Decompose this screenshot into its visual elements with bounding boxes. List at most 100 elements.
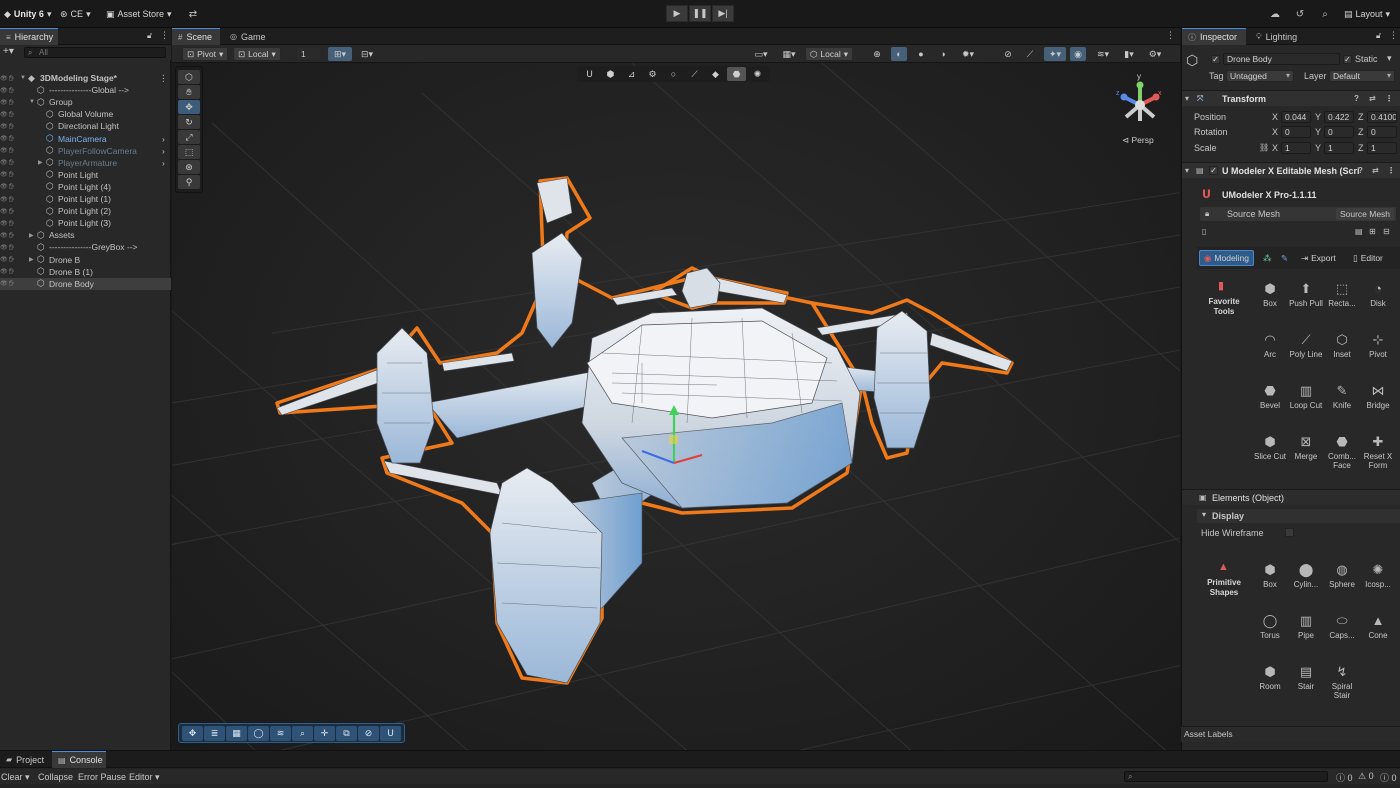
- tab-uv[interactable]: ⁂: [1259, 250, 1276, 266]
- primitive-shape-button[interactable]: ⬢ Room: [1253, 664, 1287, 691]
- visibility-icon[interactable]: 👁︎✋︎: [0, 280, 20, 287]
- scale-y-input[interactable]: 1: [1324, 142, 1354, 154]
- rotation-z-input[interactable]: 0: [1367, 126, 1397, 138]
- scale-x-input[interactable]: 1: [1281, 142, 1311, 154]
- hierarchy-item[interactable]: 👁︎✋︎ ▼ ◆ 3DModeling Stage* ⋮: [0, 72, 171, 84]
- tab-paint[interactable]: ✎: [1277, 250, 1292, 266]
- hierarchy-item[interactable]: 👁︎✋︎ ⬡ Global Volume: [0, 108, 171, 120]
- pivot-mode-button[interactable]: ⊿: [622, 67, 641, 81]
- audio-toggle[interactable]: ⊘: [1000, 47, 1016, 61]
- layers-button[interactable]: ≋▾: [1092, 47, 1114, 61]
- view-options-button[interactable]: ▦▾: [778, 47, 800, 61]
- visibility-icon[interactable]: 👁︎✋︎: [0, 232, 20, 239]
- favorite-tool-button[interactable]: ⬆ Push Pull: [1289, 281, 1323, 308]
- hierarchy-item[interactable]: 👁︎✋︎ ⬡ Point Light (4): [0, 181, 171, 193]
- collapse-icon[interactable]: ⊟: [1383, 227, 1390, 236]
- primitive-shape-button[interactable]: ▤ Stair: [1289, 664, 1323, 691]
- favorite-tool-button[interactable]: ✎ Knife: [1325, 383, 1359, 410]
- favorite-tool-button[interactable]: ✚ Reset X Form: [1361, 434, 1395, 470]
- um-snap-button[interactable]: ⊘: [358, 726, 379, 741]
- active-checkbox[interactable]: ✓: [1211, 55, 1220, 64]
- expand-arrow-icon[interactable]: ▼: [20, 75, 26, 81]
- favorite-tool-button[interactable]: ⋈ Bridge: [1361, 383, 1395, 410]
- rotation-y-input[interactable]: 0: [1324, 126, 1354, 138]
- um-align-button[interactable]: ≣: [204, 726, 225, 741]
- kebab-menu-icon[interactable]: ⋮: [159, 73, 168, 84]
- hierarchy-item[interactable]: 👁︎✋︎ ▼ ⬡ Group: [0, 96, 171, 108]
- static-checkbox[interactable]: ✓: [1343, 55, 1352, 64]
- orientation-gizmo[interactable]: y z x: [1112, 69, 1168, 135]
- visibility-icon[interactable]: 👁︎✋︎: [0, 111, 20, 118]
- hierarchy-item[interactable]: 👁︎✋︎ ⬡ Point Light: [0, 169, 171, 181]
- chevron-down-icon[interactable]: ▾: [1387, 53, 1392, 64]
- component-enabled-checkbox[interactable]: ✓: [1209, 166, 1218, 175]
- hierarchy-search-input[interactable]: ⌕ All: [24, 47, 166, 58]
- account-menu[interactable]: ◆ Unity 6 ▾: [4, 7, 51, 21]
- favorite-tool-button[interactable]: ⬢ Slice Cut: [1253, 434, 1287, 461]
- object-name-input[interactable]: Drone Body: [1223, 53, 1340, 65]
- add-icon[interactable]: +▾: [3, 46, 14, 57]
- hierarchy-item[interactable]: 👁︎✋︎ ⬡ PlayerFollowCamera ›: [0, 145, 171, 157]
- primitive-shape-button[interactable]: ⬤ Cylin...: [1289, 562, 1323, 589]
- edge-mode-button[interactable]: ⟋: [685, 67, 704, 81]
- um-transform-button[interactable]: ✛: [314, 726, 335, 741]
- pause-button[interactable]: ❚❚: [689, 5, 711, 22]
- error-pause-toggle[interactable]: Error Pause: [78, 772, 126, 782]
- drone-mesh[interactable]: [172, 63, 1180, 750]
- hierarchy-item[interactable]: 👁︎✋︎ ⬡ Point Light (2): [0, 205, 171, 217]
- visibility-icon[interactable]: 👁︎✋︎: [0, 135, 20, 142]
- kebab-menu-icon[interactable]: ⋮: [1166, 30, 1175, 41]
- grid-size-field[interactable]: 1: [296, 47, 322, 61]
- favorite-tool-button[interactable]: ⬣ Bevel: [1253, 383, 1287, 410]
- preset-icon[interactable]: ⇄: [1372, 166, 1379, 175]
- asset-store-menu[interactable]: ▣ Asset Store ▾: [106, 7, 172, 21]
- um-layers-button[interactable]: ≋: [270, 726, 291, 741]
- move-tool-button[interactable]: ✥: [178, 100, 200, 114]
- lighting-toggle[interactable]: ◑: [935, 47, 951, 61]
- tag-dropdown[interactable]: Untagged: [1226, 70, 1294, 82]
- visibility-icon[interactable]: 👁︎✋︎: [0, 244, 20, 251]
- primitive-shape-button[interactable]: ✺ Icosp...: [1361, 562, 1395, 589]
- favorite-tool-button[interactable]: ⊹ Pivot: [1361, 332, 1395, 359]
- hide-wireframe-checkbox[interactable]: [1285, 528, 1294, 537]
- tab-hierarchy[interactable]: ≡ Hierarchy: [0, 28, 58, 45]
- um-search-button[interactable]: ⌕: [292, 726, 313, 741]
- fx-toggle[interactable]: ⟋: [1022, 47, 1038, 61]
- tab-game[interactable]: ◎ Game: [224, 28, 272, 45]
- primitive-shape-button[interactable]: ⬭ Caps...: [1325, 613, 1359, 640]
- favorite-tool-button[interactable]: ⟋ Poly Line: [1289, 332, 1323, 359]
- favorite-tool-button[interactable]: ◔ Disk: [1361, 281, 1395, 308]
- preset-icon[interactable]: ⇄: [1369, 94, 1376, 103]
- hierarchy-item[interactable]: 👁︎✋︎ ⬡ Drone B (1): [0, 266, 171, 278]
- prefab-open-icon[interactable]: ›: [162, 134, 165, 144]
- visibility-icon[interactable]: 👁︎✋︎: [0, 196, 20, 203]
- scale-tool-button[interactable]: ⤢: [178, 130, 200, 144]
- tab-modeling[interactable]: ◉ Modeling: [1199, 250, 1254, 266]
- increment-snap-button[interactable]: ⊟▾: [355, 47, 379, 61]
- editor-dropdown[interactable]: Editor ▾: [129, 772, 160, 783]
- visibility-icon[interactable]: 👁︎✋︎: [0, 268, 20, 275]
- prefab-open-icon[interactable]: ›: [162, 158, 165, 168]
- expand-arrow-icon[interactable]: ▶: [29, 256, 34, 263]
- visibility-icon[interactable]: 👁︎✋︎: [0, 208, 20, 215]
- scene-viewport[interactable]: ⬡ ✋︎ ✥ ↻ ⤢ ⬚ ⊛ ⚲ ᑌ ⬢ ⊿ ⚙ ○ ⟋ ◆ ⬣ ✺ ✥ ≣ ▦…: [172, 63, 1180, 750]
- local2-dropdown[interactable]: ⬡ Local ▾: [805, 47, 854, 61]
- version-control-icon[interactable]: ⇄: [186, 7, 200, 21]
- clear-dropdown[interactable]: Clear ▾: [1, 772, 30, 783]
- solid-toggle[interactable]: ●: [913, 47, 929, 61]
- favorite-tool-button[interactable]: ⬚ Recta...: [1325, 281, 1359, 308]
- visibility-icon[interactable]: 👁︎✋︎: [0, 147, 20, 154]
- warning-count[interactable]: ⚠ 0: [1358, 771, 1374, 782]
- console-search-input[interactable]: ⌕: [1124, 771, 1328, 782]
- hierarchy-item[interactable]: 👁︎✋︎ ⬡ Point Light (3): [0, 217, 171, 229]
- help-icon[interactable]: ?: [1354, 94, 1359, 103]
- kebab-menu-icon[interactable]: ⋮: [1389, 30, 1398, 41]
- um-copy-button[interactable]: ⧉: [336, 726, 357, 741]
- favorite-tool-button[interactable]: ◠ Arc: [1253, 332, 1287, 359]
- collapse-toggle[interactable]: Collapse: [38, 772, 73, 782]
- view-tool-button[interactable]: ⬡: [178, 70, 200, 84]
- visibility-icon[interactable]: 👁︎✋︎: [0, 183, 20, 190]
- rect-tool-button[interactable]: ⬚: [178, 145, 200, 159]
- visibility-icon[interactable]: 👁︎✋︎: [0, 123, 20, 130]
- object-mode-button[interactable]: ⬢: [601, 67, 620, 81]
